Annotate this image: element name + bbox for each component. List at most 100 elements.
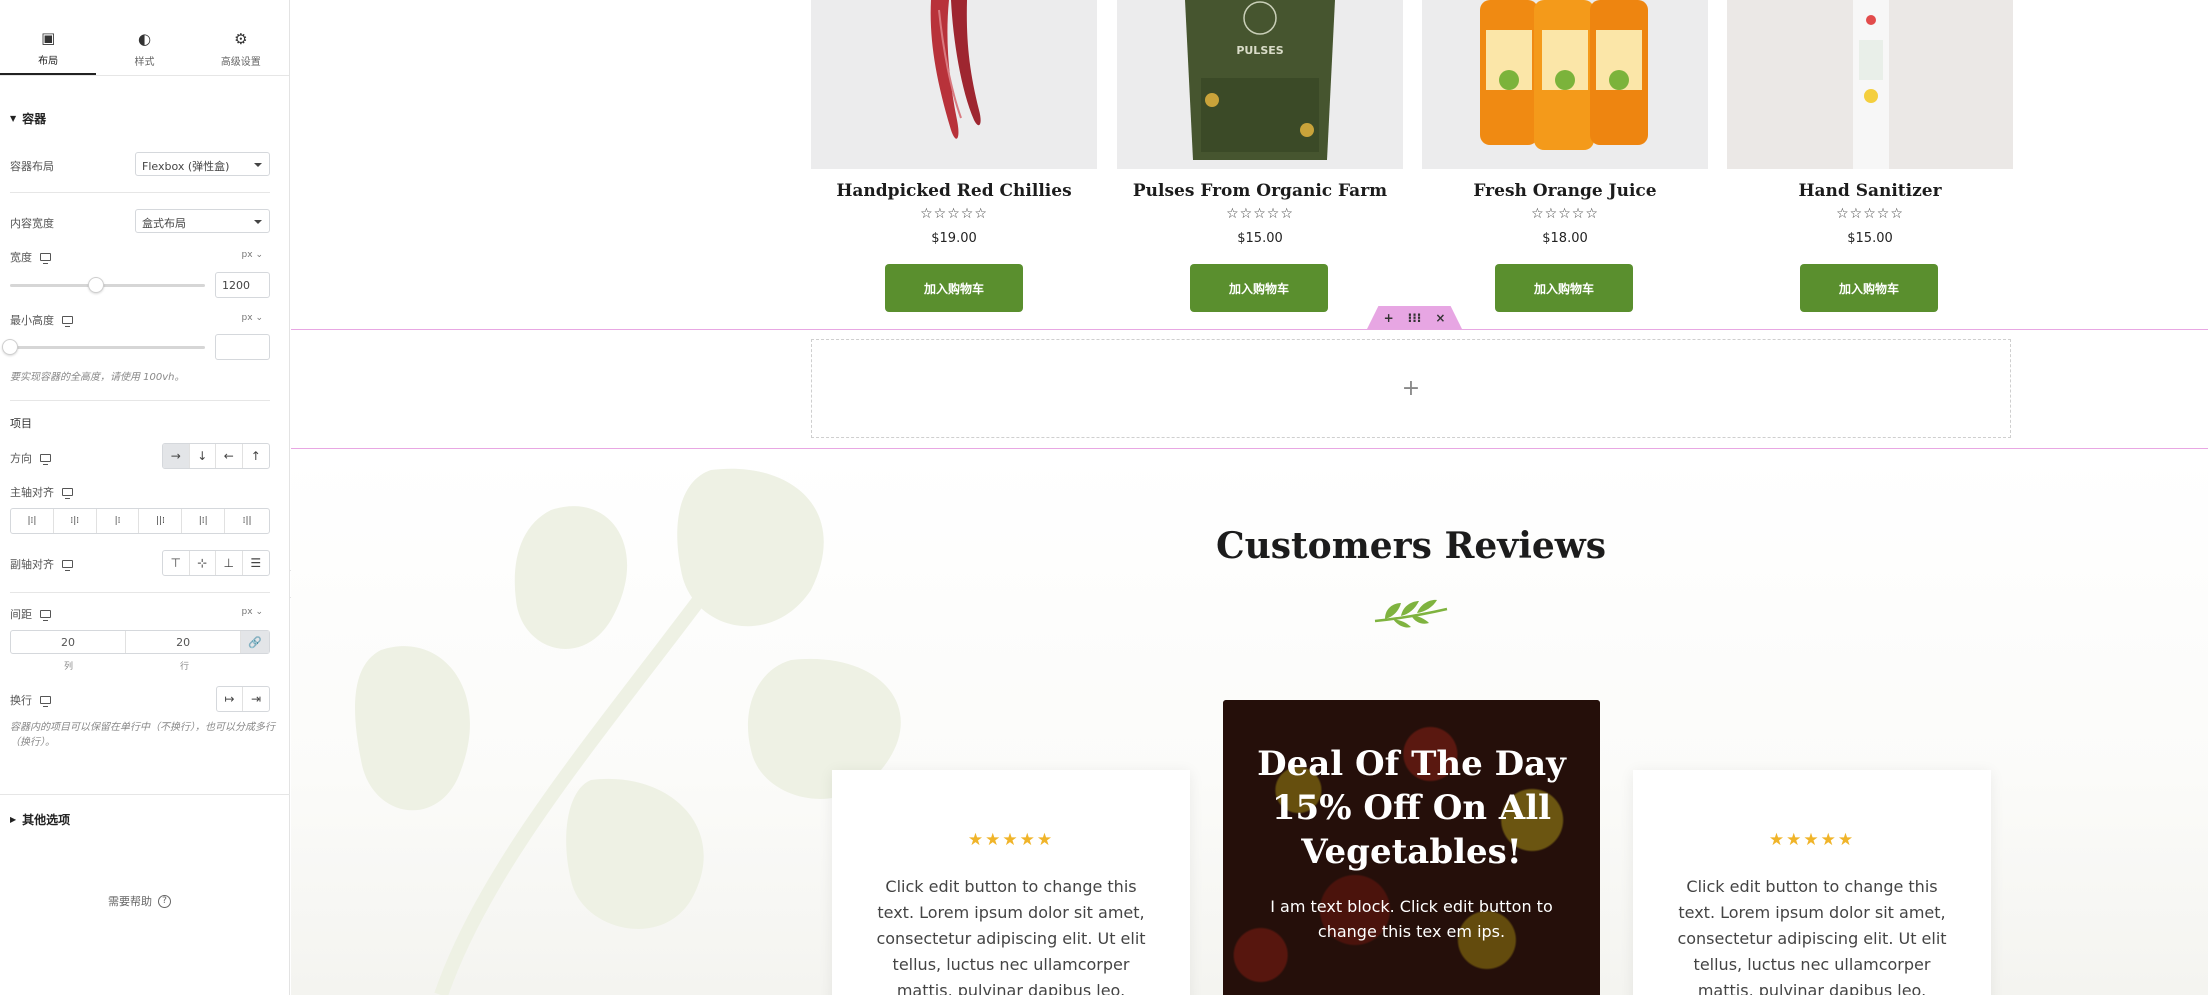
add-to-cart-button[interactable]: 加入购物车: [885, 264, 1023, 312]
direction-column-reverse-button[interactable]: ↑: [243, 444, 269, 468]
review-text[interactable]: Click edit button to change this text. L…: [868, 874, 1154, 995]
direction-row-button[interactable]: →: [163, 444, 190, 468]
deal-title[interactable]: Deal Of The Day 15% Off On All Vegetable…: [1243, 742, 1580, 874]
min-height-input[interactable]: [215, 334, 270, 360]
gap-column-input[interactable]: 20: [11, 631, 127, 653]
align-button-group: ⊤ ⊹ ⊥ ☰: [162, 550, 270, 576]
product-image[interactable]: [811, 0, 1097, 169]
desktop-icon[interactable]: [40, 454, 51, 465]
tab-advanced[interactable]: ⚙ 高级设置: [193, 24, 289, 75]
container-layout-label: 容器布局: [10, 160, 54, 173]
justify-space-between-button[interactable]: ||⁞: [139, 509, 183, 533]
width-slider-handle[interactable]: [87, 277, 104, 293]
direction-button-group: → ↓ ← ↑: [162, 443, 270, 469]
content-width-label: 内容宽度: [10, 217, 54, 230]
product-image[interactable]: [1422, 0, 1708, 169]
tab-layout[interactable]: ▣ 布局: [0, 24, 97, 75]
editor-panel: ▣ 布局 ◐ 样式 ⚙ 高级设置 ▼ 容器 容器布局 Flexbox (弹性盒)…: [0, 0, 290, 995]
justify-start-button[interactable]: |⁞|: [11, 509, 54, 533]
desktop-icon[interactable]: [40, 610, 51, 621]
tab-style[interactable]: ◐ 样式: [96, 24, 192, 75]
align-start-button[interactable]: ⊤: [163, 551, 190, 575]
page-canvas: PULSES Handpicked Red Chillies Pulses Fr…: [291, 0, 2208, 995]
direction-label: 方向: [10, 450, 51, 466]
content-width-select[interactable]: 盒式布局: [135, 209, 270, 233]
desktop-icon[interactable]: [62, 560, 73, 571]
empty-drop-zone[interactable]: +: [811, 339, 2011, 438]
add-to-cart-button[interactable]: 加入购物车: [1800, 264, 1938, 312]
gap-row-input[interactable]: 20: [126, 631, 242, 653]
direction-row-reverse-button[interactable]: ←: [216, 444, 243, 468]
deal-banner[interactable]: Deal Of The Day 15% Off On All Vegetable…: [1223, 700, 1600, 995]
deal-text[interactable]: I am text block. Click edit button to ch…: [1263, 894, 1560, 944]
width-slider[interactable]: [10, 277, 205, 293]
review-stars: ★★★★★: [967, 830, 1055, 850]
min-height-slider-handle[interactable]: [2, 339, 18, 355]
justify-end-button[interactable]: |⁞: [97, 509, 140, 533]
align-stretch-button[interactable]: ☰: [243, 551, 269, 575]
divider: [10, 592, 270, 593]
add-to-cart-button[interactable]: 加入购物车: [1495, 264, 1633, 312]
justify-button-group: |⁞| ⁞|⁞ |⁞ ||⁞ |⁞| ⁞||: [10, 508, 270, 534]
gap-column-caption: 列: [64, 662, 74, 672]
justify-center-button[interactable]: ⁞|⁞: [54, 509, 97, 533]
product-price: $15.00: [1847, 231, 1893, 246]
review-card: ★★★★★ Click edit button to change this t…: [832, 770, 1190, 995]
desktop-icon[interactable]: [40, 253, 51, 264]
gap-row-caption: 行: [180, 662, 190, 672]
min-height-slider[interactable]: [2, 339, 205, 355]
tab-advanced-label: 高级设置: [220, 56, 261, 68]
product-title[interactable]: Hand Sanitizer: [1727, 181, 2013, 201]
drag-handle-icon[interactable]: ⁝⁝⁝: [1408, 311, 1422, 325]
layout-icon: ▣: [41, 28, 56, 47]
add-container-icon[interactable]: +: [1384, 311, 1394, 325]
desktop-icon[interactable]: [40, 696, 51, 707]
container-layout-select[interactable]: Flexbox (弹性盒): [135, 152, 270, 176]
product-title[interactable]: Pulses From Organic Farm: [1117, 181, 1403, 201]
product-image[interactable]: [1727, 0, 2013, 169]
caret-down-icon: ▼: [10, 114, 17, 123]
help-link[interactable]: 需要帮助 ?: [108, 893, 171, 909]
divider: [10, 192, 270, 193]
delete-container-icon[interactable]: ×: [1435, 311, 1445, 325]
gear-icon: ⚙: [234, 29, 248, 48]
justify-space-around-button[interactable]: |⁞|: [182, 509, 226, 533]
desktop-icon[interactable]: [62, 316, 73, 327]
rating-stars: ☆☆☆☆☆: [1836, 206, 1904, 222]
wrap-hint: 容器内的项目可以保留在单行中（不换行），也可以分成多行（换行）。: [10, 722, 275, 748]
no-wrap-button[interactable]: ↦: [217, 687, 244, 711]
add-to-cart-button[interactable]: 加入购物车: [1190, 264, 1328, 312]
product-title[interactable]: Handpicked Red Chillies: [811, 181, 1097, 201]
add-element-icon[interactable]: +: [1402, 376, 1420, 401]
desktop-icon[interactable]: [62, 488, 73, 499]
justify-label: 主轴对齐: [10, 484, 73, 500]
align-center-button[interactable]: ⊹: [190, 551, 216, 575]
wrap-button[interactable]: ⇥: [243, 687, 269, 711]
min-height-unit-select[interactable]: px ⌄: [242, 313, 263, 323]
review-text[interactable]: Click edit button to change this text. L…: [1669, 874, 1955, 995]
other-options-toggle[interactable]: ▶ 其他选项: [10, 811, 70, 828]
width-unit-select[interactable]: px ⌄: [242, 250, 263, 260]
container-section-toggle[interactable]: ▼ 容器: [10, 110, 46, 127]
gap-inputs: 20 20 🔗: [10, 630, 270, 654]
product-image[interactable]: PULSES: [1117, 0, 1403, 169]
width-input[interactable]: 1200: [215, 272, 270, 298]
align-end-button[interactable]: ⊥: [216, 551, 243, 575]
items-section-title: 项目: [10, 417, 32, 430]
gap-unit-select[interactable]: px ⌄: [242, 607, 263, 617]
reviews-heading[interactable]: Customers Reviews: [811, 525, 2011, 567]
review-card: ★★★★★ Click edit button to change this t…: [1633, 770, 1991, 995]
leaf-divider-icon: [1374, 599, 1448, 628]
wrap-label: 换行: [10, 692, 51, 708]
gap-label: 间距: [10, 606, 51, 622]
caret-right-icon: ▶: [10, 815, 17, 824]
link-icon[interactable]: 🔗: [241, 631, 269, 653]
product-title[interactable]: Fresh Orange Juice: [1422, 181, 1708, 201]
direction-column-button[interactable]: ↓: [190, 444, 216, 468]
align-label: 副轴对齐: [10, 556, 73, 572]
justify-space-evenly-button[interactable]: ⁞||: [225, 509, 269, 533]
pack-label: PULSES: [1236, 44, 1284, 57]
other-options-title: 其他选项: [22, 813, 71, 827]
tab-layout-label: 布局: [38, 55, 59, 67]
wrap-button-group: ↦ ⇥: [216, 686, 270, 712]
